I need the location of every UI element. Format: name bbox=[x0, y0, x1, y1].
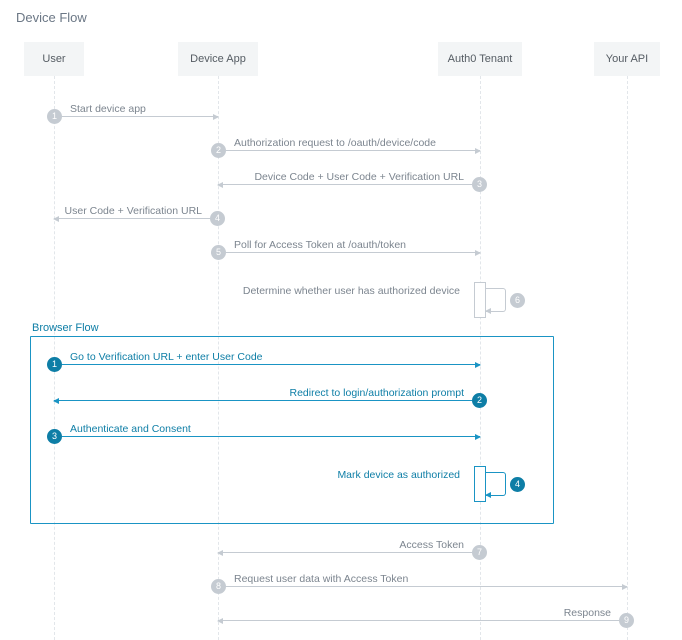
step-badge: 7 bbox=[472, 545, 487, 560]
diagram-title: Device Flow bbox=[16, 10, 87, 25]
lane-tenant: Auth0 Tenant bbox=[438, 42, 522, 76]
lifeline-api bbox=[627, 76, 628, 640]
step-badge: 6 bbox=[510, 293, 525, 308]
browser-step-2: 2 Redirect to login/authorization prompt bbox=[54, 380, 480, 412]
step-label: Mark device as authorized bbox=[337, 469, 460, 481]
step-5: 5 Poll for Access Token at /oauth/token bbox=[218, 232, 480, 264]
step-label: User Code + Verification URL bbox=[65, 205, 202, 217]
step-badge: 2 bbox=[211, 143, 226, 158]
step-2: 2 Authorization request to /oauth/device… bbox=[218, 130, 480, 162]
step-badge: 1 bbox=[47, 109, 62, 124]
step-badge: 1 bbox=[47, 357, 62, 372]
step-label: Request user data with Access Token bbox=[234, 573, 408, 585]
browser-flow-title: Browser Flow bbox=[32, 322, 99, 334]
step-label: Redirect to login/authorization prompt bbox=[289, 387, 464, 399]
step-badge: 2 bbox=[472, 393, 487, 408]
step-9: 9 Response bbox=[218, 600, 627, 632]
browser-step-4: Mark device as authorized bbox=[218, 462, 480, 494]
browser-step-1: 1 Go to Verification URL + enter User Co… bbox=[54, 344, 480, 376]
lane-api: Your API bbox=[594, 42, 660, 76]
step-badge: 4 bbox=[510, 477, 525, 492]
step-badge: 9 bbox=[619, 613, 634, 628]
step-label: Device Code + User Code + Verification U… bbox=[254, 171, 464, 183]
step-label: Go to Verification URL + enter User Code bbox=[70, 351, 263, 363]
browser-step-3: 3 Authenticate and Consent bbox=[54, 416, 480, 448]
step-badge: 3 bbox=[472, 177, 487, 192]
step-badge: 8 bbox=[211, 579, 226, 594]
step-8: 8 Request user data with Access Token bbox=[218, 566, 627, 598]
step-label: Access Token bbox=[399, 539, 464, 551]
step-label: Start device app bbox=[70, 103, 146, 115]
step-7: 7 Access Token bbox=[218, 532, 480, 564]
lane-user: User bbox=[24, 42, 84, 76]
step-label: Determine whether user has authorized de… bbox=[243, 285, 460, 297]
step-3: 3 Device Code + User Code + Verification… bbox=[218, 164, 480, 196]
step-4: 4 User Code + Verification URL bbox=[54, 198, 218, 230]
lane-device: Device App bbox=[178, 42, 258, 76]
step-badge: 3 bbox=[47, 429, 62, 444]
step-badge: 4 bbox=[210, 211, 225, 226]
step-label: Authorization request to /oauth/device/c… bbox=[234, 137, 436, 149]
step-badge: 5 bbox=[211, 245, 226, 260]
step-label: Response bbox=[564, 607, 611, 619]
step-6: Determine whether user has authorized de… bbox=[218, 278, 480, 310]
step-label: Authenticate and Consent bbox=[70, 423, 191, 435]
step-1: 1 Start device app bbox=[54, 96, 218, 128]
selfloop-icon bbox=[486, 288, 506, 312]
selfloop-icon bbox=[486, 472, 506, 496]
step-label: Poll for Access Token at /oauth/token bbox=[234, 239, 406, 251]
